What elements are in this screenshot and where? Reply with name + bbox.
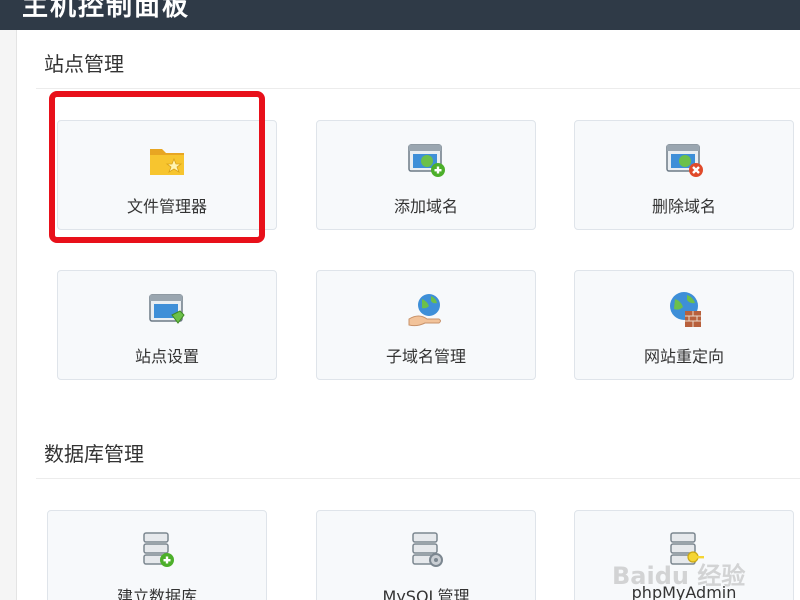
top-bar: 主机控制面板	[0, 0, 800, 30]
tile-label: 文件管理器	[126, 197, 207, 216]
tile-create-database[interactable]: 建立数据库	[47, 510, 267, 600]
database-gear-icon	[405, 529, 447, 571]
section-divider	[36, 478, 800, 479]
tile-label: 站点设置	[134, 347, 199, 366]
tile-website-redirect[interactable]: 网站重定向	[574, 270, 794, 380]
baidu-watermark: Baidu 经验	[612, 562, 746, 590]
globe-hand-icon	[405, 289, 447, 331]
section-divider	[36, 88, 800, 89]
section-title-site-management: 站点管理	[44, 52, 124, 76]
tile-label: 添加域名	[393, 197, 458, 216]
tile-label: 建立数据库	[116, 587, 197, 600]
tile-add-domain[interactable]: 添加域名	[316, 120, 536, 230]
tile-file-manager[interactable]: 文件管理器	[57, 120, 277, 230]
tile-mysql-management[interactable]: MySQL管理	[316, 510, 536, 600]
page-title: 主机控制面板	[22, 0, 191, 22]
browser-globe-remove-icon	[663, 139, 705, 181]
control-panel-page: 主机控制面板 站点管理 文件管理器 添加域名 删除域名 站点设置 子域名管理 网…	[0, 0, 800, 600]
folder-star-icon	[146, 139, 188, 181]
tile-label: 子域名管理	[385, 347, 466, 366]
tile-subdomain-management[interactable]: 子域名管理	[316, 270, 536, 380]
globe-firewall-icon	[663, 289, 705, 331]
tile-label: MySQL管理	[382, 587, 470, 600]
tile-label: 删除域名	[651, 197, 716, 216]
tile-delete-domain[interactable]: 删除域名	[574, 120, 794, 230]
tile-site-settings[interactable]: 站点设置	[57, 270, 277, 380]
section-title-database-management: 数据库管理	[44, 442, 144, 466]
database-add-icon	[136, 529, 178, 571]
browser-globe-add-icon	[405, 139, 447, 181]
tile-label: 网站重定向	[643, 347, 724, 366]
browser-settings-icon	[146, 289, 188, 331]
